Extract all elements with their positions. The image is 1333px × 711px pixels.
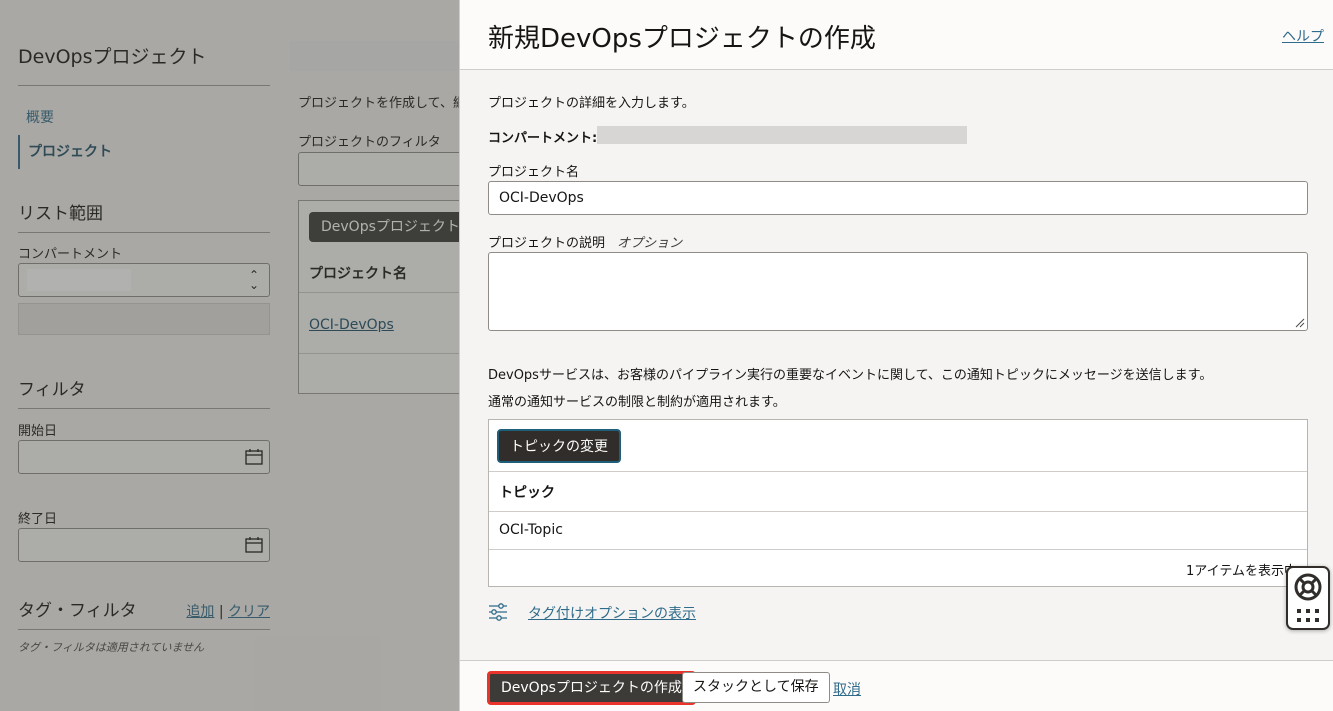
- table-row: OCI-Topic: [499, 522, 563, 538]
- topic-table-header: トピック: [499, 485, 555, 501]
- notification-notice-2: 通常の通知サービスの制限と制約が適用されます。: [488, 395, 786, 410]
- table-divider: [489, 511, 1307, 512]
- description-label: プロジェクトの説明: [488, 236, 606, 251]
- app-grid-icon[interactable]: [1296, 608, 1320, 624]
- description-textarea[interactable]: [488, 252, 1308, 331]
- project-name-label: プロジェクト名: [488, 165, 580, 180]
- drawer-header: 新規DevOpsプロジェクトの作成 ヘルプ: [460, 0, 1333, 70]
- notification-notice-1: DevOpsサービスは、お客様のパイプライン実行の重要なイベントに関して、この通…: [488, 368, 1213, 383]
- table-divider: [489, 471, 1307, 472]
- drawer-footer: DevOpsプロジェクトの作成 スタックとして保存 取消: [460, 660, 1333, 711]
- change-topic-button[interactable]: トピックの変更: [497, 429, 621, 463]
- drawer-intro: プロジェクトの詳細を入力します。: [488, 96, 695, 111]
- save-as-stack-button[interactable]: スタックとして保存: [682, 672, 830, 703]
- create-project-drawer: 新規DevOpsプロジェクトの作成 ヘルプ プロジェクトの詳細を入力します。 コ…: [459, 0, 1333, 711]
- resize-grip-icon[interactable]: [1295, 318, 1305, 328]
- topic-table-count: 1アイテムを表示中: [1186, 564, 1297, 579]
- description-label-row: プロジェクトの説明 オプション: [488, 232, 682, 251]
- lifebuoy-icon[interactable]: [1294, 573, 1322, 601]
- help-link[interactable]: ヘルプ: [1282, 26, 1324, 46]
- compartment-row: コンパートメント: c: [488, 127, 609, 146]
- drawer-title: 新規DevOpsプロジェクトの作成: [488, 24, 876, 54]
- compartment-label: コンパートメント:: [488, 131, 598, 146]
- topic-table: トピックの変更 トピック OCI-Topic 1アイテムを表示中: [488, 419, 1308, 587]
- help-widget[interactable]: [1286, 566, 1330, 630]
- compartment-value-redacted: [597, 126, 967, 144]
- optional-label: オプション: [617, 236, 683, 251]
- project-name-input[interactable]: OCI-DevOps: [488, 181, 1308, 215]
- table-divider: [489, 549, 1307, 550]
- show-tagging-options-link[interactable]: タグ付けオプションの表示: [528, 603, 696, 623]
- create-project-button[interactable]: DevOpsプロジェクトの作成: [488, 672, 695, 704]
- sliders-icon[interactable]: [488, 603, 508, 621]
- cancel-link[interactable]: 取消: [833, 679, 861, 699]
